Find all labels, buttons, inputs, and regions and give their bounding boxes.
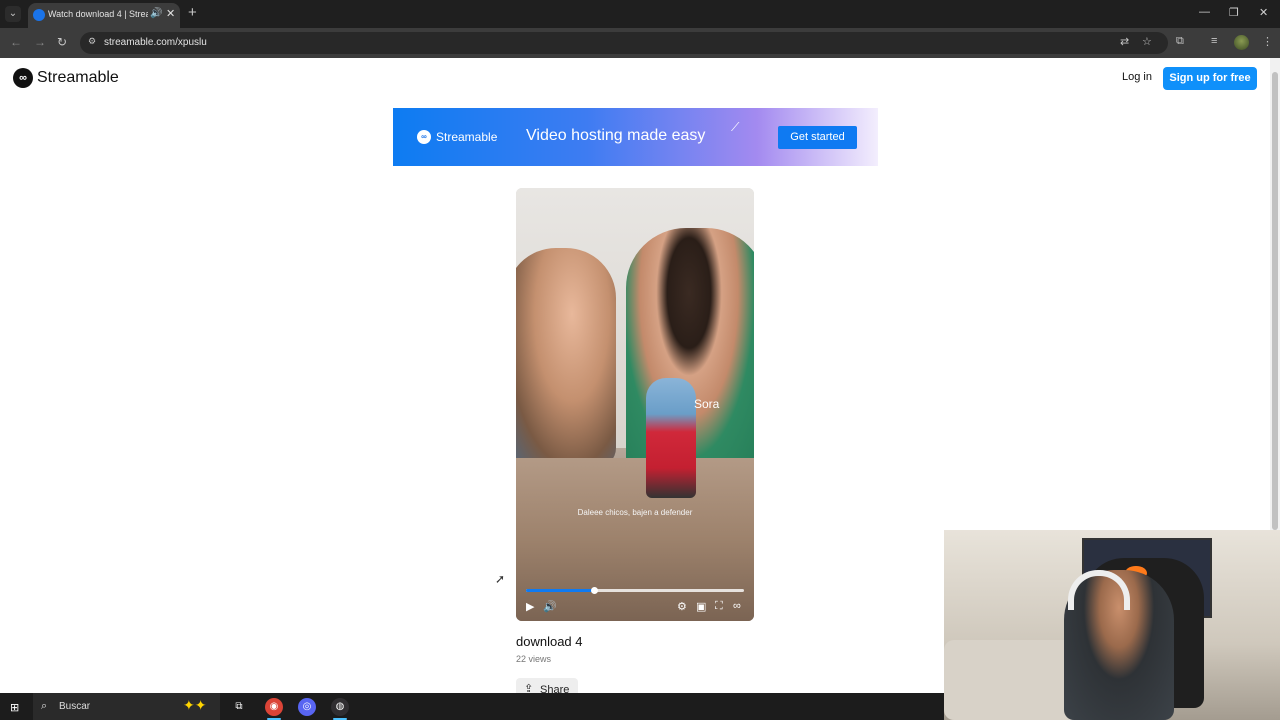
video-frame-toy xyxy=(646,378,696,498)
view-count: 22 views xyxy=(516,654,552,664)
share-icon: ⇪ xyxy=(524,683,534,693)
streamable-favicon-icon xyxy=(33,9,45,21)
media-controls-icon[interactable]: ≡ xyxy=(1211,35,1217,47)
streamable-player-icon[interactable]: ∞ xyxy=(733,600,741,612)
search-highlight-icon: ✦✦ xyxy=(183,697,207,713)
reload-icon[interactable]: ↻ xyxy=(57,35,67,49)
discord-taskbar-icon[interactable]: ◎ xyxy=(298,698,316,716)
promo-banner[interactable]: ∞ Streamable Video hosting made easy ⟋ G… xyxy=(393,108,878,166)
play-icon[interactable]: ▶ xyxy=(526,600,534,613)
bookmark-star-icon[interactable]: ☆ xyxy=(1142,35,1152,48)
tab-audio-icon[interactable]: 🔊 xyxy=(150,8,162,19)
video-progress-handle[interactable] xyxy=(590,587,598,594)
picture-in-picture-icon[interactable]: ▣ xyxy=(696,600,706,613)
taskbar-search-input[interactable]: ⌕ Buscar ✦✦ xyxy=(33,693,220,720)
windows-taskbar: ⊞ ⌕ Buscar ✦✦ ⧉ ◉ ◎ ◍ xyxy=(0,693,944,720)
windows-start-icon[interactable]: ⊞ xyxy=(10,701,19,714)
tab-search-button[interactable]: ⌄ xyxy=(5,6,21,22)
profile-avatar[interactable] xyxy=(1234,35,1249,50)
video-player[interactable]: Sora Daleee chicos, bajen a defender ▶ 🔊… xyxy=(516,188,754,621)
video-frame-girl xyxy=(516,248,616,468)
address-bar[interactable]: ⚙ streamable.com/xpuslu xyxy=(80,32,1168,54)
video-frame-table xyxy=(516,458,754,621)
chrome-taskbar-icon[interactable]: ◉ xyxy=(265,698,283,716)
brand-name: Streamable xyxy=(37,69,119,86)
banner-logo-icon: ∞ xyxy=(417,130,431,144)
close-window-button[interactable]: ✕ xyxy=(1259,6,1268,19)
browser-tab-active[interactable]: Watch download 4 | Stream 🔊 ✕ xyxy=(28,3,180,28)
video-progress-bar[interactable] xyxy=(526,587,744,594)
video-title: download 4 xyxy=(516,634,583,649)
tab-title: Watch download 4 | Stream xyxy=(48,9,148,19)
streamable-logo-icon: ∞ xyxy=(13,68,33,88)
login-link[interactable]: Log in xyxy=(1122,71,1152,83)
sparkle-icon: ⟋ xyxy=(731,120,740,134)
extensions-icon[interactable]: ⧉ xyxy=(1176,35,1184,48)
share-label: Share xyxy=(540,684,570,693)
get-started-button[interactable]: Get started xyxy=(778,126,857,149)
settings-icon[interactable]: ⚙ xyxy=(677,600,687,613)
obs-taskbar-icon[interactable]: ◍ xyxy=(331,698,349,716)
translate-icon[interactable]: ⇄ xyxy=(1120,35,1129,48)
webcam-overlay xyxy=(944,530,1280,720)
tab-close-icon[interactable]: ✕ xyxy=(166,7,175,20)
browser-tab-strip: ⌄ Watch download 4 | Stream 🔊 ✕ + — ❐ ✕ xyxy=(0,0,1280,28)
url-text: streamable.com/xpuslu xyxy=(104,37,207,48)
signup-button[interactable]: Sign up for free xyxy=(1163,67,1257,90)
fullscreen-icon[interactable]: ⛶ xyxy=(715,600,723,613)
back-icon[interactable]: ← xyxy=(10,35,22,49)
search-icon: ⌕ xyxy=(41,700,48,712)
video-caption: Daleee chicos, bajen a defender xyxy=(577,508,693,517)
sora-watermark: Sora xyxy=(694,397,720,411)
browser-menu-icon[interactable]: ⋮ xyxy=(1262,35,1273,48)
restore-window-button[interactable]: ❐ xyxy=(1229,6,1239,19)
share-button[interactable]: ⇪ Share xyxy=(516,678,578,693)
forward-icon[interactable]: → xyxy=(34,35,46,49)
search-placeholder: Buscar xyxy=(59,701,91,712)
banner-brand: Streamable xyxy=(436,130,498,144)
scrollbar-thumb[interactable] xyxy=(1272,72,1278,530)
banner-tagline: Video hosting made easy xyxy=(526,127,706,144)
task-view-icon[interactable]: ⧉ xyxy=(230,698,248,716)
browser-toolbar: ← → ↻ ⚙ streamable.com/xpuslu ⇄ ☆ ⧉ ≡ ⋮ xyxy=(0,28,1280,58)
mouse-cursor-icon: ➚ xyxy=(495,572,506,586)
minimize-window-button[interactable]: — xyxy=(1199,6,1210,18)
site-info-icon[interactable]: ⚙ xyxy=(88,36,102,50)
video-progress-fill xyxy=(526,589,594,592)
volume-icon[interactable]: 🔊 xyxy=(543,600,557,613)
new-tab-button[interactable]: + xyxy=(188,4,197,21)
